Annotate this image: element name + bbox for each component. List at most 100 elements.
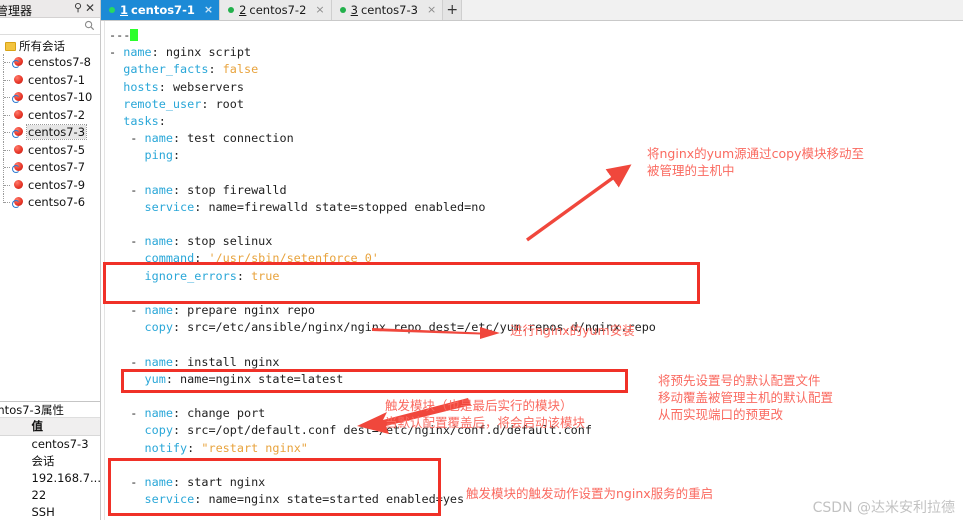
code-token: service [144,199,195,214]
tab-close-icon[interactable]: × [204,4,213,15]
tab-number: 1 [120,3,129,17]
code-line: ping: [109,147,656,164]
code-token: copy [144,320,173,335]
properties-col-key: 称 [0,418,30,436]
tree-item-centos7-9[interactable]: centos7-9 [0,176,100,194]
properties-row: 机192.168.7... [0,469,101,486]
code-token: : nginx script [151,45,252,60]
code-token: "restart nginx" [201,440,308,455]
code-token: name [144,234,173,249]
properties-row-key: 议 [0,503,30,520]
code-token: copy [144,423,173,438]
search-icon[interactable] [84,20,95,31]
host-icon [13,144,25,156]
code-token: : [236,268,252,283]
tree-item-centos7-10[interactable]: centos7-10 [0,89,100,107]
tab-centos7-1[interactable]: 1 centos7-1 × [101,0,221,20]
properties-row-key: 型 [0,452,30,469]
tree-root-all-sessions[interactable]: 所有会话 [0,38,100,54]
code-token: name [123,45,152,60]
tree-item-centos7-2[interactable]: centos7-2 [0,106,100,124]
tree-branch-line [3,159,11,177]
properties-header-row: 称 值 [0,418,100,436]
tree-item-centos7-5[interactable]: centos7-5 [0,141,100,159]
tree-item-label: centso7-6 [28,195,86,209]
code-line: - name: stop selinux [109,233,656,250]
properties-title: centos7-3属性 [0,402,100,418]
code-token: hosts [123,79,159,94]
properties-table: 称 值 称centos7-3型会话机192.168.7...口22议SSH [0,418,101,520]
code-token: name [144,354,173,369]
tree-item-centos7-1[interactable]: centos7-1 [0,71,100,89]
code-token: command [144,251,195,266]
code-token: : install nginx [172,354,280,369]
code-token: name [144,406,173,421]
code-line: - name: stop firewalld [109,182,656,199]
code-line: --- [109,27,656,44]
properties-row: 口22 [0,486,100,503]
tree-item-label: centos7-1 [28,72,86,87]
code-line: - name: prepare nginx repo [109,302,656,319]
tree-item-censtos7-8[interactable]: censtos7-8 [0,54,100,72]
properties-row: 称centos7-3 [0,435,100,452]
properties-row-value: centos7-3 [31,436,89,451]
tree-branch-line [3,71,11,89]
yaml-editor[interactable]: --- - name: nginx script gather_facts: fa… [101,21,963,520]
tree-item-label: centos7-9 [28,177,86,192]
host-icon [12,161,25,173]
new-tab-button[interactable]: + [443,0,463,20]
code-token: : [208,62,223,77]
properties-row: 议SSH [0,503,100,520]
sidebar-header: 话管理器 ⚲ ✕ [0,0,100,18]
session-properties-panel: centos7-3属性 称 值 称centos7-3型会话机192.168.7.… [0,401,101,520]
tree-item-centos7-7[interactable]: centos7-7 [0,159,100,177]
tab-label: centos7-2 [249,3,307,17]
host-icon [12,56,25,68]
code-line: hosts: webservers [109,79,656,96]
tab-close-icon[interactable]: × [315,4,324,15]
code-token: : src=/opt/default.conf dest=/etc/nginx/… [172,423,592,438]
code-token: - [109,131,145,146]
code-token: notify [144,440,188,455]
sidebar-search-row[interactable] [0,18,100,35]
pin-icon[interactable]: ⚲ [74,2,82,14]
sidebar-title: 话管理器 [0,4,33,18]
code-token: : webservers [158,79,244,94]
code-token: : prepare nginx repo [172,303,315,317]
tab-list: 1 centos7-1 × 2 centos7-2 × 3 centos7-3 × [101,0,444,20]
code-line: copy: src=/etc/ansible/nginx/nginx.repo … [109,319,656,336]
remote-terminal-window: 话管理器 ⚲ ✕ 所有会话 censtos7-8 centos7-1 centos7… [0,0,963,520]
code-token: service [144,492,195,507]
code-token: yum [144,371,166,386]
tab-label: centos7-1 [131,3,195,17]
host-icon [12,126,25,138]
tree-item-centso7-6[interactable]: centso7-6 [0,194,100,212]
close-icon[interactable]: ✕ [85,2,95,14]
code-token: false [222,62,259,77]
properties-row-key: 称 [0,435,30,452]
host-icon [12,91,25,103]
tree-item-centos7-3[interactable]: centos7-3 [0,124,100,142]
code-token: - [109,354,145,369]
tree-branch-line [3,89,11,107]
playbook-code[interactable]: --- - name: nginx script gather_facts: fa… [109,27,656,520]
tab-status-dot [339,7,346,13]
tab-close-icon[interactable]: × [427,4,436,15]
code-token: : name=firewalld state=stopped enabled=n… [194,199,486,214]
tab-centos7-2[interactable]: 2 centos7-2 × [220,0,332,20]
properties-row-value: 22 [31,487,47,502]
code-token: remote_user [123,96,202,111]
properties-title-text: centos7-3属性 [0,403,65,417]
code-token: : [187,440,202,455]
tab-centos7-3[interactable]: 3 centos7-3 × [331,0,444,20]
